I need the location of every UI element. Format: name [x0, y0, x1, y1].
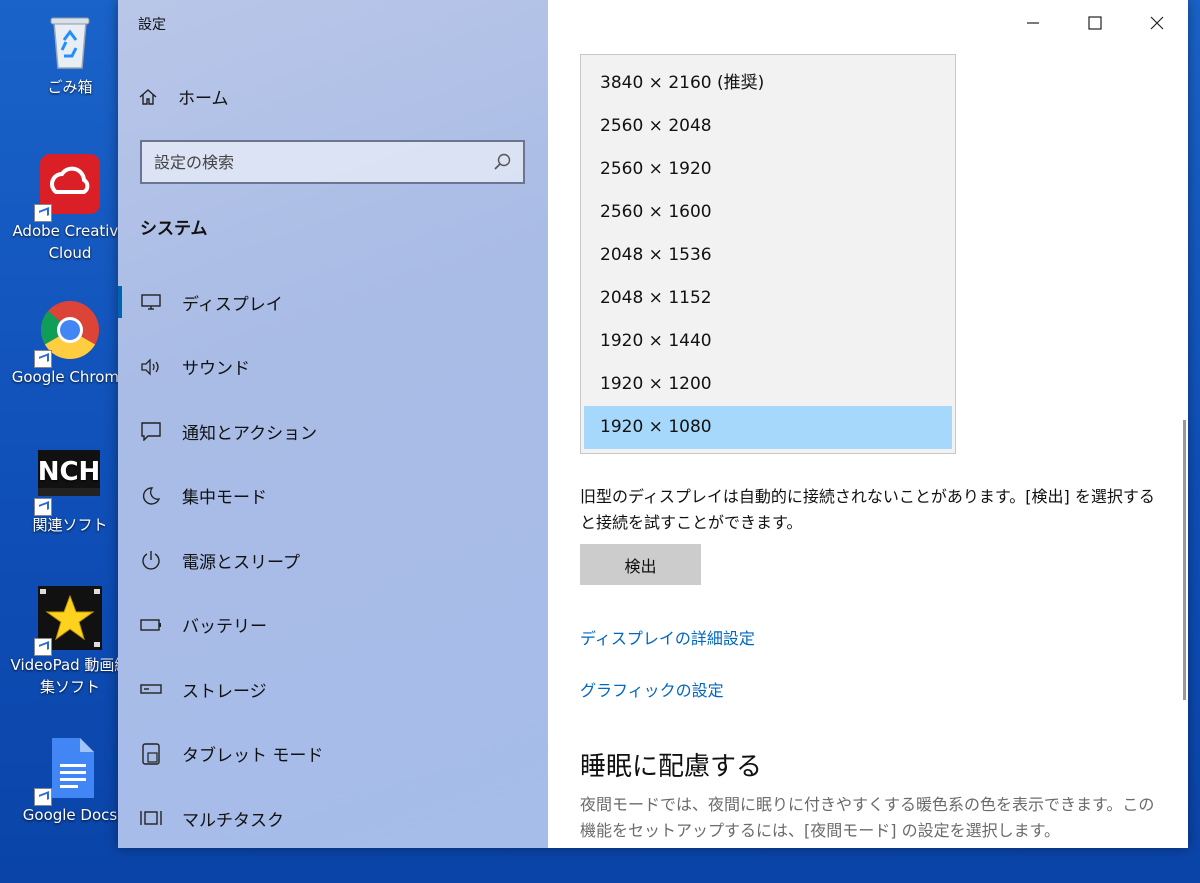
search-input[interactable] [154, 152, 493, 172]
advanced-display-settings-link[interactable]: ディスプレイの詳細設定 [580, 625, 755, 649]
nav-item-multitasking[interactable]: マルチタスク [118, 786, 548, 848]
resolution-dropdown-list: 3840 × 2160 (推奨) 2560 × 2048 2560 × 1920… [580, 54, 956, 454]
sidebar: 設定 ホーム システム ディスプレイ [118, 0, 548, 848]
settings-window: 設定 ホーム システム ディスプレイ [118, 0, 1188, 848]
nav-item-label: タブレット モード [182, 746, 324, 767]
maximize-icon [1088, 16, 1102, 30]
search-box[interactable] [140, 140, 525, 184]
resolution-option[interactable]: 2048 × 1536 [584, 234, 952, 277]
shortcut-arrow-icon [34, 350, 52, 368]
nav-item-notifications[interactable]: 通知とアクション [118, 399, 548, 464]
sleep-heading: 睡眠に配慮する [580, 752, 763, 782]
resolution-option[interactable]: 1920 × 1200 [584, 363, 952, 406]
nav-item-label: ストレージ [182, 681, 267, 702]
nav-item-label: 通知とアクション [182, 423, 318, 444]
close-icon [1150, 16, 1164, 30]
recycle-bin-icon [38, 8, 102, 72]
adobe-creative-cloud-icon [34, 152, 102, 222]
shortcut-arrow-icon [34, 498, 52, 516]
nav-item-tablet-mode[interactable]: タブレット モード [118, 722, 548, 787]
nch-software-icon: NCH [34, 446, 102, 516]
home-nav-item[interactable]: ホーム [138, 84, 229, 109]
maximize-button[interactable] [1064, 0, 1126, 46]
nav-item-label: 電源とスリープ [182, 552, 300, 573]
battery-icon [140, 614, 162, 636]
nav-item-focus-assist[interactable]: 集中モード [118, 464, 548, 529]
svg-text:NCH: NCH [38, 457, 100, 487]
nav-item-label: ディスプレイ [182, 294, 283, 315]
monitor-icon [140, 291, 162, 313]
nav-item-label: 集中モード [182, 488, 267, 509]
minimize-icon [1027, 22, 1039, 24]
nav-item-battery[interactable]: バッテリー [118, 593, 548, 658]
close-button[interactable] [1126, 0, 1188, 46]
tablet-icon [140, 743, 162, 765]
minimize-button[interactable] [1002, 0, 1064, 46]
resolution-option[interactable]: 2560 × 1600 [584, 191, 952, 234]
home-label: ホーム [178, 89, 229, 109]
resolution-option[interactable]: 2560 × 2048 [584, 105, 952, 148]
detect-button[interactable]: 検出 [580, 544, 701, 585]
shortcut-arrow-icon [34, 638, 52, 656]
detect-description: 旧型のディスプレイは自動的に接続されないことがあります。[検出] を選択すると接… [580, 487, 1155, 532]
shortcut-arrow-icon [34, 204, 52, 222]
content-pane: 3840 × 2160 (推奨) 2560 × 2048 2560 × 1920… [548, 0, 1188, 848]
multitask-icon [140, 807, 162, 829]
nav-item-label: マルチタスク [182, 810, 284, 831]
storage-icon [140, 678, 162, 700]
window-title: 設定 [138, 17, 166, 33]
search-icon[interactable] [493, 153, 511, 171]
nav-item-storage[interactable]: ストレージ [118, 657, 548, 722]
sleep-description: 夜間モードでは、夜間に眠りに付きやすくする暖色系の色を表示できます。この機能をセ… [580, 795, 1155, 840]
resolution-option-selected[interactable]: 1920 × 1080 [584, 406, 952, 449]
power-icon [140, 549, 162, 571]
window-caption-buttons [1002, 0, 1188, 46]
resolution-option[interactable]: 3840 × 2160 (推奨) [584, 62, 952, 105]
nav-item-display[interactable]: ディスプレイ [118, 270, 548, 335]
resolution-option[interactable]: 1920 × 1440 [584, 320, 952, 363]
speaker-icon [140, 356, 162, 378]
nav-item-sound[interactable]: サウンド [118, 335, 548, 400]
resolution-option[interactable]: 2048 × 1152 [584, 277, 952, 320]
google-chrome-icon [34, 298, 102, 368]
nav-list: ディスプレイ サウンド 通知とアクション 集中モード 電源とスリープ バッテリー… [118, 270, 548, 848]
shortcut-arrow-icon [34, 788, 52, 806]
scrollbar[interactable] [1183, 420, 1186, 700]
message-icon [140, 420, 162, 442]
nav-item-label: サウンド [182, 359, 250, 380]
desktop-icon-label: VideoPad 動画編集ソフト [10, 656, 130, 696]
moon-icon [140, 485, 162, 507]
nav-item-power-sleep[interactable]: 電源とスリープ [118, 528, 548, 593]
section-heading: システム [140, 219, 208, 239]
videopad-icon [34, 586, 102, 656]
resolution-option[interactable]: 2560 × 1920 [584, 148, 952, 191]
graphics-settings-link[interactable]: グラフィックの設定 [580, 677, 724, 701]
home-icon [139, 88, 157, 105]
google-docs-icon [34, 736, 102, 806]
desktop-icon-label: Adobe Creative Cloud [12, 222, 128, 262]
nav-item-label: バッテリー [182, 617, 267, 638]
